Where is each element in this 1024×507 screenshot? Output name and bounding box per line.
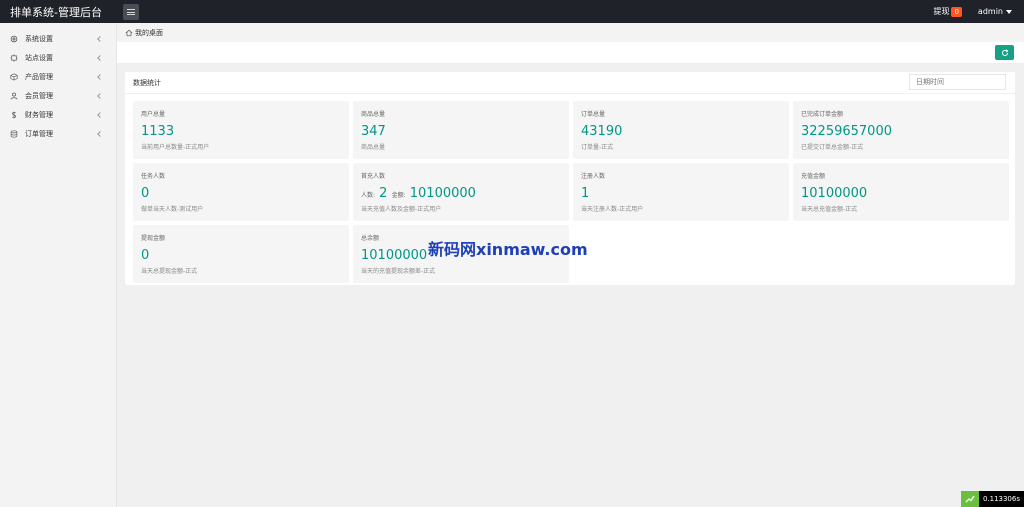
- stat-desc: 订单量-正式: [581, 144, 614, 151]
- stat-desc: 当天总提现金额-正式: [141, 268, 198, 275]
- thinkphp-logo-icon: [960, 491, 979, 507]
- debug-timer[interactable]: 0.113306s: [960, 491, 1024, 507]
- chevron-left-icon: [97, 54, 103, 61]
- breadcrumb: 我的桌面: [117, 23, 1024, 42]
- database-icon: [10, 129, 18, 138]
- sidebar-item-finance[interactable]: 财务管理: [0, 105, 116, 124]
- sidebar-item-orders[interactable]: 订单管理: [0, 124, 116, 143]
- stat-title: 用户总量: [141, 111, 166, 118]
- stat-card-recharge-amount: 充值金额 10100000 当天总充值金额-正式: [793, 163, 1009, 221]
- watermark-text: 新码网xinmaw.com: [428, 240, 588, 259]
- top-bar: 排单系统-管理后台 提现 0 admin: [0, 0, 1024, 23]
- stat-desc: 当天的充值提现余额差-正式: [361, 268, 436, 275]
- gear-icon: [10, 35, 18, 43]
- user-icon: [10, 92, 18, 100]
- stat-desc: 当天注册人数-正式用户: [581, 206, 644, 213]
- stat-card-product-total: 商品总量 347 商品总量: [353, 101, 569, 159]
- withdraw-notice[interactable]: 提现 0: [933, 6, 962, 17]
- stat-card-registrations: 注册人数 1 当天注册人数-正式用户: [573, 163, 789, 221]
- chevron-left-icon: [97, 73, 103, 80]
- sidebar-item-label: 系统设置: [25, 34, 53, 43]
- stat-title: 提现金额: [141, 235, 166, 242]
- home-icon: [125, 29, 133, 36]
- chevron-left-icon: [97, 92, 103, 99]
- sidebar-item-members[interactable]: 会员管理: [0, 86, 116, 105]
- timer-value: 0.113306s: [982, 495, 1020, 503]
- sidebar-item-label: 产品管理: [25, 72, 53, 81]
- stat-value: 0: [141, 248, 150, 263]
- stat-value: 347: [361, 124, 386, 139]
- chevron-left-icon: [97, 111, 103, 118]
- sidebar-item-site-settings[interactable]: 站点设置: [0, 48, 116, 67]
- menu-toggle-button[interactable]: [123, 3, 139, 20]
- stat-desc: 当天总充值金额-正式: [801, 206, 858, 213]
- date-picker-input[interactable]: [909, 74, 1006, 90]
- stat-title: 商品总量: [361, 111, 386, 118]
- stat-title: 充值金额: [801, 173, 826, 180]
- stat-value: 1: [581, 186, 590, 201]
- stat-title: 首充人数: [361, 173, 386, 180]
- stat-card-task-people: 任务人数 0 做单当天人数-测试用户: [133, 163, 349, 221]
- stat-card-first-recharge: 首充人数 人数: 2 金额: 10100000 当天充值人数及金额-正式用户: [353, 163, 569, 221]
- withdraw-count-badge: 0: [951, 6, 962, 17]
- stat-desc: 做单当天人数-测试用户: [141, 206, 204, 213]
- people-value: 2: [379, 186, 388, 201]
- amount-label: 金额:: [391, 192, 406, 199]
- cog-icon: [10, 53, 18, 62]
- amount-value: 10100000: [409, 186, 476, 201]
- stat-card-user-total: 用户总量 1133 当前用户总数量-正式用户: [133, 101, 349, 159]
- stat-value: 43190: [581, 124, 623, 139]
- stat-value: 1133: [141, 124, 175, 139]
- box-icon: [10, 72, 18, 81]
- sidebar-item-label: 会员管理: [25, 91, 53, 100]
- main-content: 我的桌面 数据统计 用户总量 1133 当前用户总数量-正式用户 商品总量 34…: [117, 23, 1024, 507]
- sidebar-item-label: 订单管理: [25, 129, 53, 138]
- stat-title: 订单总量: [581, 111, 606, 118]
- user-menu[interactable]: admin: [978, 7, 1012, 16]
- caret-down-icon: [1006, 9, 1012, 14]
- stat-value: 32259657000: [801, 124, 892, 139]
- stat-title: 注册人数: [581, 173, 606, 180]
- dollar-icon: [10, 111, 18, 119]
- withdraw-label: 提现: [933, 7, 950, 16]
- sidebar: 系统设置 站点设置 产品管理 会员管理 财务管理 订单管理: [0, 23, 117, 507]
- stat-desc: 当天充值人数及金额-正式用户: [361, 206, 442, 213]
- refresh-icon: [1001, 48, 1008, 56]
- stat-card-completed-amount: 已完成订单金额 32259657000 已提交订单总金额-正式: [793, 101, 1009, 159]
- sidebar-item-label: 财务管理: [25, 110, 53, 119]
- breadcrumb-home[interactable]: 我的桌面: [135, 28, 163, 38]
- people-label: 人数:: [361, 192, 376, 199]
- panel-title: 数据统计: [125, 72, 1015, 94]
- stat-value: 0: [141, 186, 150, 201]
- toolbar: [117, 42, 1024, 64]
- chevron-left-icon: [97, 130, 103, 137]
- user-name: admin: [977, 7, 1003, 16]
- sidebar-item-label: 站点设置: [25, 53, 53, 62]
- app-title: 排单系统-管理后台: [10, 5, 102, 19]
- stat-desc: 当前用户总数量-正式用户: [141, 144, 210, 151]
- refresh-button[interactable]: [995, 45, 1014, 60]
- stat-desc: 已提交订单总金额-正式: [801, 144, 864, 151]
- stat-card-withdraw-amount: 提现金额 0 当天总提现金额-正式: [133, 225, 349, 283]
- stat-title: 已完成订单金额: [801, 111, 844, 118]
- chevron-left-icon: [97, 35, 103, 42]
- stat-value: 10100000: [801, 186, 868, 201]
- stat-card-order-total: 订单总量 43190 订单量-正式: [573, 101, 789, 159]
- sidebar-item-system-settings[interactable]: 系统设置: [0, 29, 116, 48]
- stat-title: 任务人数: [141, 173, 166, 180]
- stat-desc: 商品总量: [361, 144, 386, 151]
- stat-value: 人数: 2 金额: 10100000: [361, 186, 561, 201]
- hamburger-icon: [127, 8, 135, 15]
- sidebar-item-products[interactable]: 产品管理: [0, 67, 116, 86]
